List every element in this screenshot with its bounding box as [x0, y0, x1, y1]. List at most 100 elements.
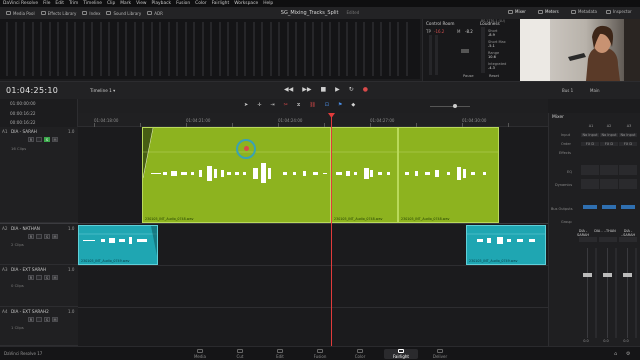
zoom-slider[interactable] — [430, 106, 470, 107]
mute-button[interactable]: M — [52, 317, 58, 322]
mute-button[interactable]: M — [52, 275, 58, 280]
record-arm-button[interactable]: R — [28, 234, 34, 239]
eq-slot[interactable] — [600, 165, 618, 175]
selection-icon[interactable]: ➤ — [244, 102, 248, 108]
menu-item-mark[interactable]: Mark — [120, 1, 131, 6]
order-select[interactable]: FX D — [600, 142, 618, 146]
track-header-a1[interactable]: A1 DIA - SARAH 1.0 R S M 16 Clips — [0, 127, 78, 223]
order-select[interactable]: FX D — [581, 142, 599, 146]
page-media[interactable]: Media — [187, 349, 213, 359]
record-icon[interactable]: ● — [363, 86, 368, 93]
menu-item-clip[interactable]: Clip — [107, 1, 115, 6]
output-button[interactable] — [36, 317, 42, 322]
home-icon[interactable]: ⌂ — [614, 351, 617, 357]
menu-item-workspace[interactable]: Workspace — [234, 1, 258, 6]
range-icon[interactable]: ✛ — [257, 102, 261, 108]
metadata-toggle[interactable]: Metadata — [571, 9, 597, 14]
input-select[interactable]: No Input — [619, 133, 637, 137]
channel-fader[interactable] — [603, 273, 612, 277]
track-name[interactable]: DIA - EXT SARAH — [11, 267, 46, 272]
pause-button[interactable]: Pause — [463, 74, 474, 78]
solo-button[interactable]: S — [44, 275, 50, 280]
audio-clip[interactable]: 230105_INT_Audio_0748.wav — [142, 127, 331, 223]
rewind-icon[interactable]: ◀◀ — [284, 86, 293, 93]
timecode-display[interactable]: 01:04:25:10 — [6, 86, 58, 95]
track-name[interactable]: DIA - SARAH — [11, 129, 37, 134]
page-color[interactable]: Color — [347, 349, 373, 359]
solo-button[interactable]: S — [44, 137, 50, 142]
menu-item-help[interactable]: Help — [263, 1, 273, 6]
index-button[interactable]: Index — [82, 11, 100, 16]
mute-button[interactable]: M — [52, 137, 58, 142]
dynamics-slot[interactable] — [581, 179, 599, 189]
adr-button[interactable]: ADR — [147, 11, 163, 16]
page-cut[interactable]: Cut — [227, 349, 253, 359]
bus-output-slot[interactable] — [621, 205, 635, 209]
menu-item-view[interactable]: View — [136, 1, 146, 6]
bus-output-slot[interactable] — [602, 205, 616, 209]
zoom-slider-handle[interactable] — [453, 104, 457, 108]
record-arm-button[interactable]: R — [28, 317, 34, 322]
output-button[interactable] — [36, 137, 42, 142]
menu-item-playback[interactable]: Playback — [152, 1, 172, 6]
eq-slot[interactable] — [581, 165, 599, 175]
record-arm-button[interactable]: R — [28, 275, 34, 280]
solo-button[interactable]: S — [44, 317, 50, 322]
bus-selector[interactable]: Bus 1 — [562, 88, 573, 93]
settings-icon[interactable]: ⚙ — [626, 351, 630, 357]
inspector-toggle[interactable]: Inspector — [606, 9, 632, 14]
channel-fader[interactable] — [623, 273, 632, 277]
audio-clip[interactable]: 230105_INT_Audio_0749.wav — [78, 225, 158, 265]
eq-slot[interactable] — [619, 165, 637, 175]
output-button[interactable] — [36, 275, 42, 280]
menu-item-file[interactable]: File — [43, 1, 50, 6]
fast-forward-icon[interactable]: ▶▶ — [302, 86, 311, 93]
reset-button[interactable]: Reset — [489, 74, 499, 78]
output-button[interactable] — [36, 234, 42, 239]
page-fusion[interactable]: Fusion — [307, 349, 333, 359]
menu-item-edit[interactable]: Edit — [55, 1, 64, 6]
edit-icon[interactable]: ⇥ — [270, 102, 274, 108]
pan-control[interactable] — [619, 237, 637, 242]
dynamics-slot[interactable] — [600, 179, 618, 189]
play-icon[interactable]: ▶ — [335, 86, 340, 93]
track-header-a4[interactable]: A4 DIA - EXT SARAH2 1.0 R S M 1 Clips — [0, 307, 78, 346]
page-fairlight[interactable]: Fairlight — [384, 349, 418, 359]
menu-item-timeline[interactable]: Timeline — [83, 1, 102, 6]
order-select[interactable]: FX D — [619, 142, 637, 146]
pan-control[interactable] — [579, 237, 597, 242]
track-header-a2[interactable]: A2 DIA - NATHAN 1.0 R S M 2 Clips — [0, 223, 78, 265]
pan-control[interactable] — [599, 237, 617, 242]
fade-icon[interactable]: ⧖ — [297, 102, 301, 108]
page-deliver[interactable]: Deliver — [427, 349, 453, 359]
marker-icon[interactable]: ◆ — [351, 102, 355, 108]
flag-icon[interactable]: ⚑ — [338, 102, 342, 108]
input-select[interactable]: No Input — [600, 133, 618, 137]
meters-toggle[interactable]: Meters — [538, 9, 559, 14]
audio-clip[interactable]: 230105_INT_Audio_0748.wav — [398, 127, 499, 223]
page-edit[interactable]: Edit — [267, 349, 293, 359]
main-selector[interactable]: Main — [590, 88, 600, 93]
sound-library-button[interactable]: Sound Library — [106, 11, 141, 16]
menu-item-color[interactable]: Color — [195, 1, 206, 6]
mute-button[interactable]: M — [52, 234, 58, 239]
solo-button[interactable]: S — [44, 234, 50, 239]
menu-item-fairlight[interactable]: Fairlight — [212, 1, 230, 6]
timeline-selector[interactable]: Timeline 1 ▾ — [90, 88, 115, 93]
audio-clip[interactable]: 230105_INT_Audio_0749.wav — [466, 225, 546, 265]
menu-item-app[interactable]: DaVinci Resolve — [3, 1, 38, 6]
link-icon[interactable]: ⛓ — [309, 102, 315, 108]
monitor-fader[interactable] — [461, 49, 469, 53]
channel-fader[interactable] — [583, 273, 592, 277]
media-pool-button[interactable]: Media Pool — [6, 11, 35, 16]
bus-output-slot[interactable] — [583, 205, 597, 209]
dynamics-slot[interactable] — [619, 179, 637, 189]
timeline-ruler[interactable]: 01:04:18:00 01:04:21:00 01:04:24:00 01:0… — [78, 113, 548, 127]
input-select[interactable]: No Input — [581, 133, 599, 137]
loop-icon[interactable]: ↻ — [349, 86, 354, 93]
track-header-a3[interactable]: A3 DIA - EXT SARAH 1.0 R S M 0 Clips — [0, 265, 78, 307]
mixer-toggle[interactable]: Mixer — [508, 9, 526, 14]
razor-icon[interactable]: ✂ — [284, 102, 288, 108]
stop-icon[interactable]: ■ — [320, 86, 326, 93]
record-arm-button[interactable]: R — [28, 137, 34, 142]
